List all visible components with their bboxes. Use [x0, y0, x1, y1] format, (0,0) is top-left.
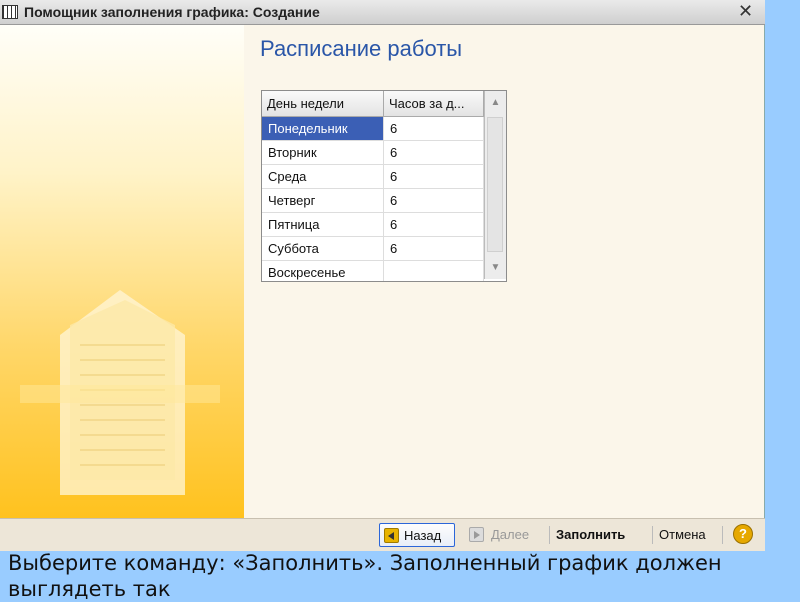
wizard-footer: Назад Далее Заполнить Отмена ?	[0, 518, 765, 551]
side-illustration-panel	[0, 25, 244, 518]
arrow-right-icon	[469, 527, 484, 542]
hours-cell[interactable]	[384, 261, 484, 281]
column-header-hours[interactable]: Часов за д...	[384, 91, 484, 117]
hours-cell[interactable]: 6	[384, 141, 484, 165]
page-heading: Расписание работы	[260, 36, 463, 61]
day-cell[interactable]: Суббота	[262, 237, 384, 261]
calendar-illustration	[20, 290, 220, 495]
table-row[interactable]: Среда 6	[262, 165, 484, 189]
day-cell[interactable]: Понедельник	[262, 117, 384, 141]
table-row[interactable]: Пятница 6	[262, 213, 484, 237]
hours-cell[interactable]: 6	[384, 117, 484, 141]
day-cell[interactable]: Воскресенье	[262, 261, 384, 281]
divider	[652, 526, 653, 544]
scroll-down-icon[interactable]: ▼	[485, 257, 506, 279]
back-button[interactable]: Назад	[379, 523, 455, 547]
divider	[722, 526, 723, 544]
wizard-window: Помощник заполнения графика: Создание ✕ …	[0, 0, 765, 551]
table-row[interactable]: Суббота 6	[262, 237, 484, 261]
back-button-label: Назад	[404, 528, 442, 543]
scroll-thumb[interactable]	[487, 117, 503, 252]
hours-cell[interactable]: 6	[384, 213, 484, 237]
table-row[interactable]: Воскресенье	[262, 261, 484, 281]
next-button[interactable]: Далее	[465, 523, 541, 547]
scroll-up-icon[interactable]: ▲	[485, 92, 506, 114]
table-scrollbar[interactable]: ▲ ▼	[484, 91, 506, 279]
table-row[interactable]: Вторник 6	[262, 141, 484, 165]
cancel-button[interactable]: Отмена	[659, 523, 706, 547]
title-bar: Помощник заполнения графика: Создание ✕	[0, 0, 765, 25]
window-title: Помощник заполнения графика: Создание	[24, 4, 320, 20]
schedule-table[interactable]: День недели Часов за д... Понедельник 6 …	[261, 90, 507, 282]
arrow-left-icon	[384, 528, 399, 543]
table-row[interactable]: Понедельник 6	[262, 117, 484, 141]
calendar-icon	[2, 5, 18, 19]
hours-cell[interactable]: 6	[384, 165, 484, 189]
divider	[549, 526, 550, 544]
day-cell[interactable]: Четверг	[262, 189, 384, 213]
hours-cell[interactable]: 6	[384, 237, 484, 261]
slide-caption: Выберите команду: «Заполнить». Заполненн…	[8, 551, 722, 601]
help-icon[interactable]: ?	[733, 524, 753, 544]
next-button-label: Далее	[491, 527, 530, 542]
day-cell[interactable]: Пятница	[262, 213, 384, 237]
close-button[interactable]: ✕	[738, 1, 753, 22]
hours-cell[interactable]: 6	[384, 189, 484, 213]
column-header-day[interactable]: День недели	[262, 91, 384, 117]
day-cell[interactable]: Вторник	[262, 141, 384, 165]
fill-button[interactable]: Заполнить	[556, 523, 625, 547]
day-cell[interactable]: Среда	[262, 165, 384, 189]
table-row[interactable]: Четверг 6	[262, 189, 484, 213]
